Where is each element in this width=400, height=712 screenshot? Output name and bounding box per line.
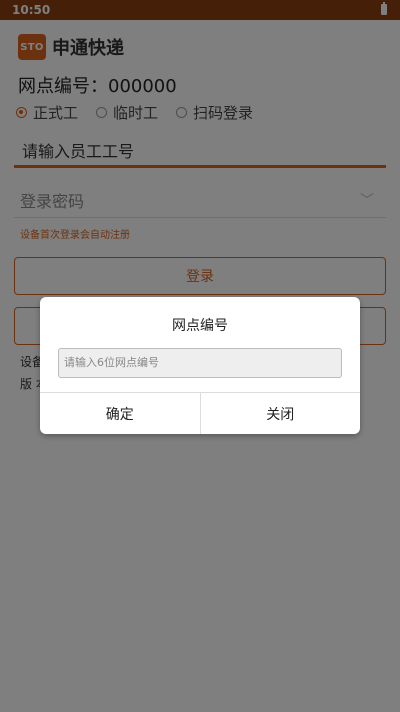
dialog-title: 网点编号	[172, 318, 228, 334]
confirm-button[interactable]: 确定	[40, 393, 201, 434]
close-button[interactable]: 关闭	[201, 393, 361, 434]
site-number-dialog: 网点编号 请输入6位网点编号 确定 关闭	[40, 297, 360, 434]
site-number-input[interactable]: 请输入6位网点编号	[58, 348, 342, 378]
dialog-footer: 确定 关闭	[40, 392, 360, 434]
